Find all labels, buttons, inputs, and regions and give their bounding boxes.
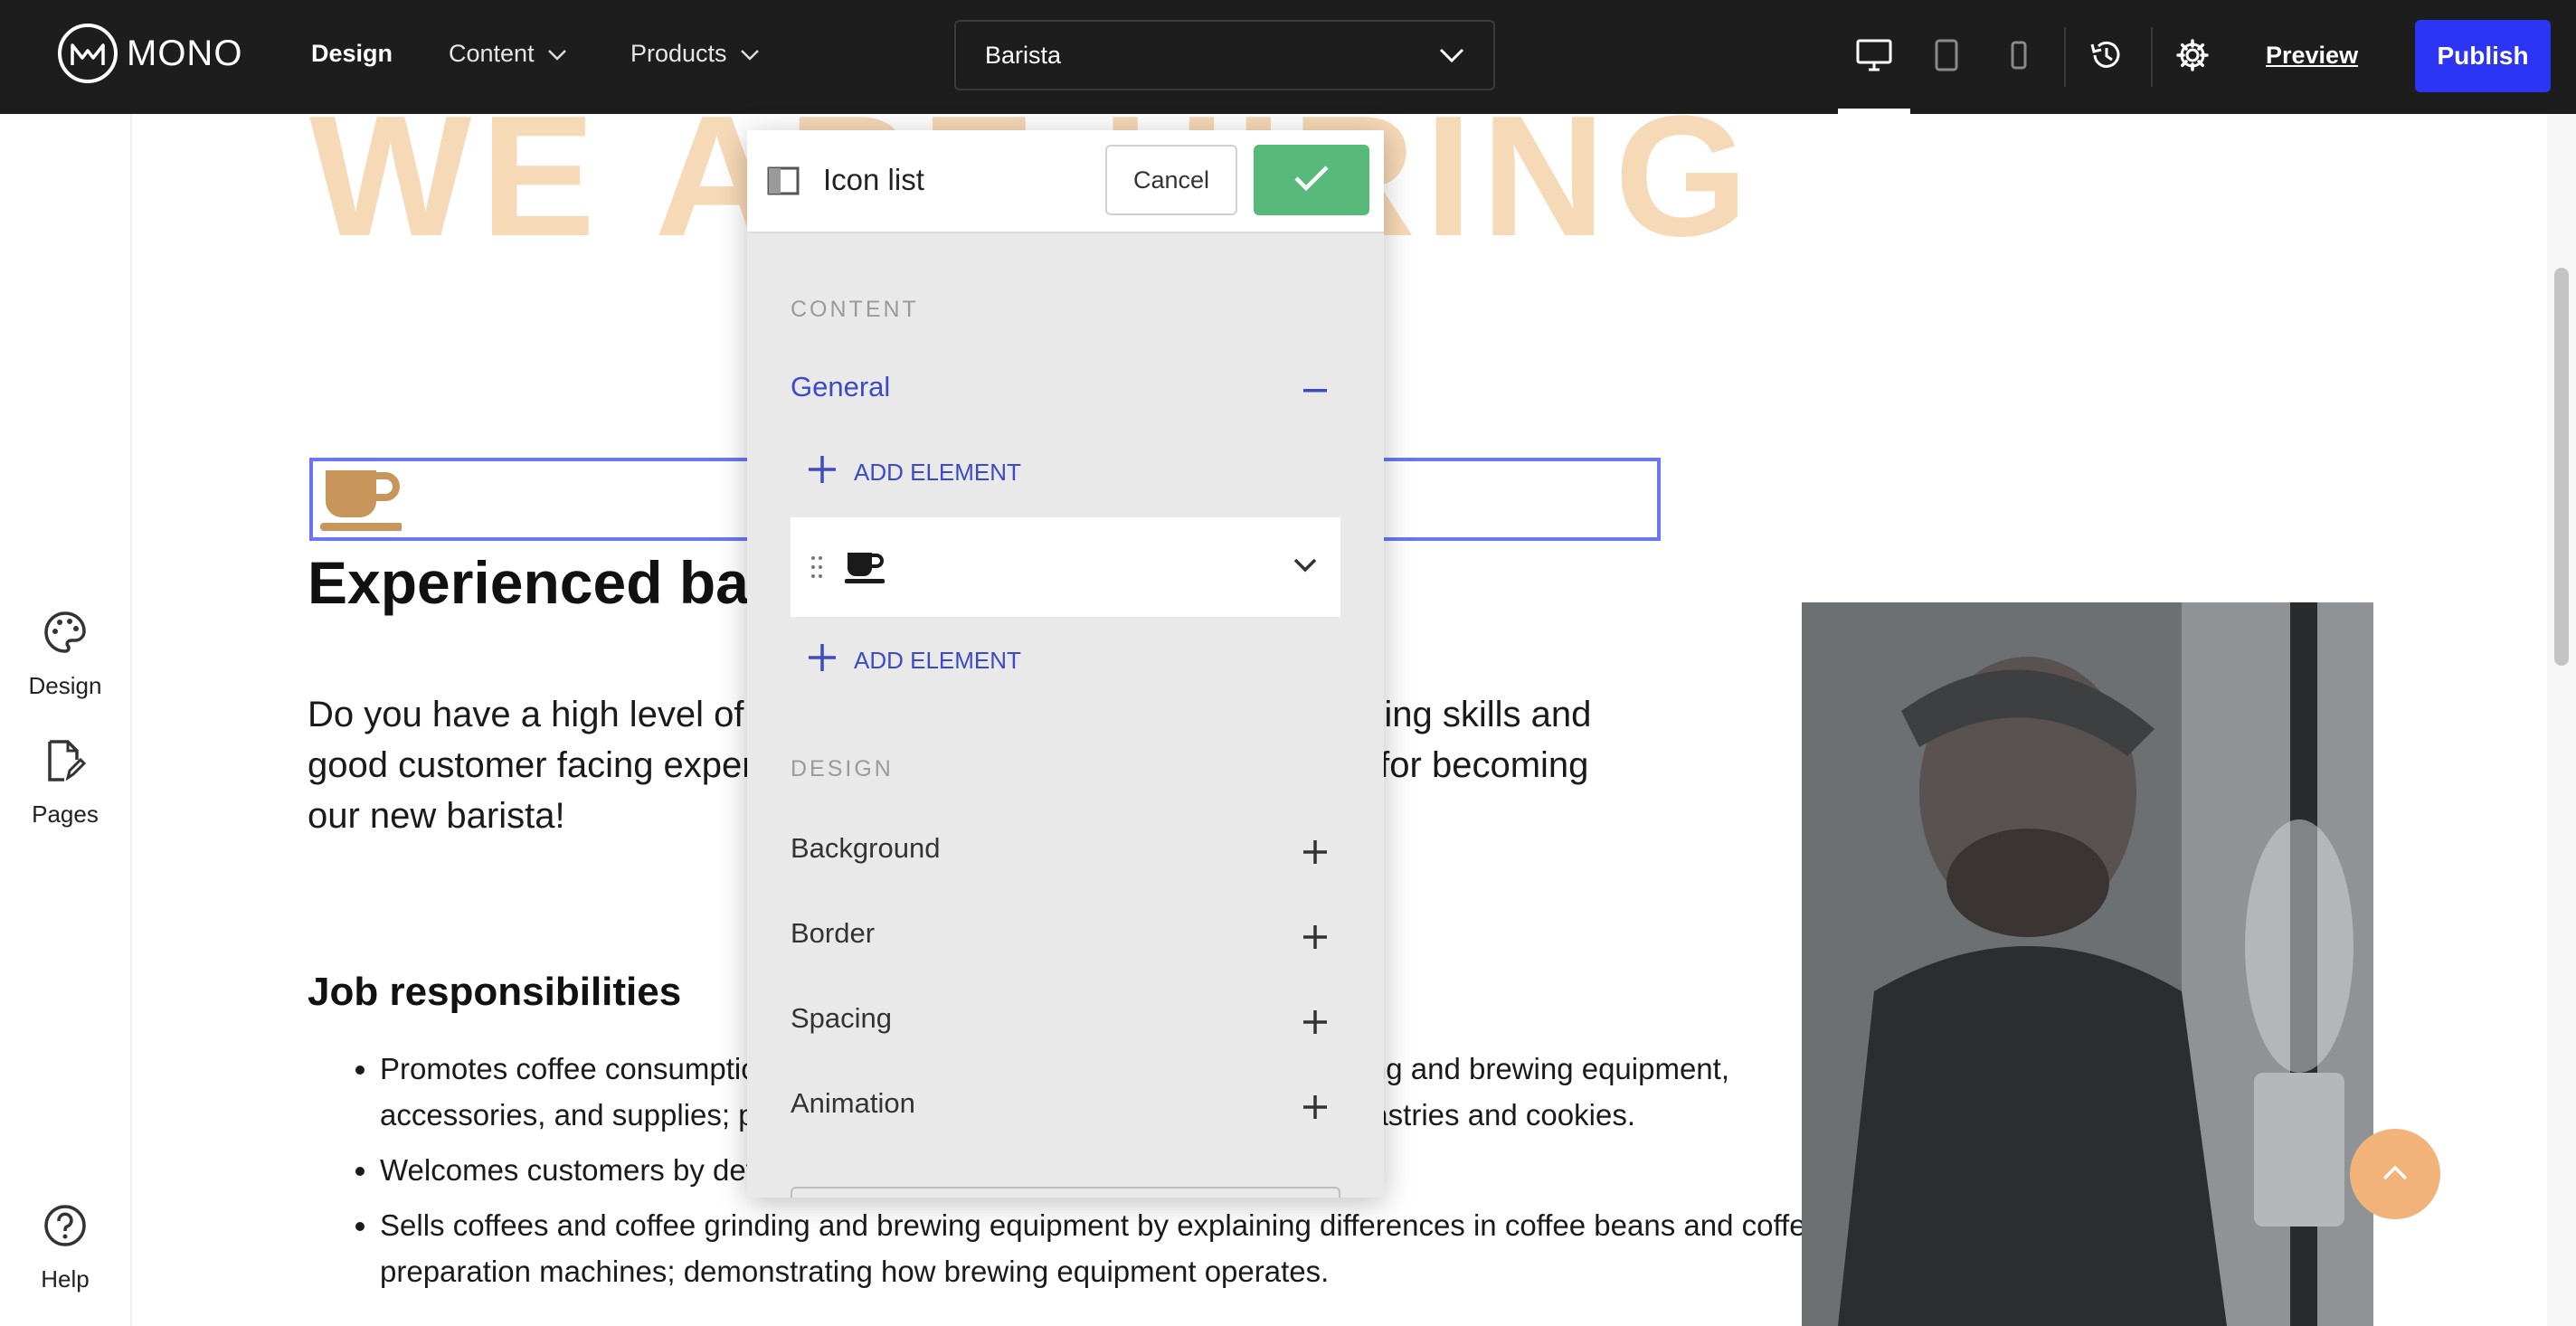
chevron-down-icon[interactable]	[1293, 557, 1317, 578]
page-select-value: Barista	[985, 41, 1062, 69]
accordion-animation-title[interactable]: Animation	[791, 1087, 915, 1120]
desktop-view-button[interactable]	[1838, 25, 1910, 114]
settings-button[interactable]	[2160, 25, 2225, 89]
tablet-view-button[interactable]	[1914, 25, 1979, 89]
add-element-label: ADD ELEMENT	[854, 459, 1021, 486]
design-section-label: DESIGN	[791, 756, 894, 781]
gear-icon	[2175, 38, 2210, 77]
accordion-background-title[interactable]: Background	[791, 832, 940, 865]
sidebar-design-label: Design	[28, 672, 102, 699]
add-element-label: ADD ELEMENT	[854, 647, 1021, 674]
nav-products[interactable]: Products	[630, 40, 760, 68]
plus-icon[interactable]	[1299, 1091, 1331, 1123]
help-icon	[43, 1203, 88, 1255]
sidebar-item-help[interactable]: Help	[0, 1203, 130, 1293]
chevron-down-icon	[1439, 42, 1464, 70]
coffee-cup-icon	[320, 465, 403, 538]
publish-button[interactable]: Publish	[2415, 20, 2551, 92]
scroll-to-top-button[interactable]	[2350, 1129, 2440, 1219]
page-scrollbar-thumb[interactable]	[2554, 268, 2569, 666]
icon-list-settings-panel: Icon list Cancel CONTENT General ADD ELE…	[747, 130, 1384, 1198]
nav-design-label: Design	[311, 40, 393, 67]
pages-icon	[44, 738, 87, 790]
left-sidebar: Design Pages Help	[0, 114, 132, 1326]
accordion-spacing-title[interactable]: Spacing	[791, 1002, 892, 1035]
page-select[interactable]: Barista	[954, 20, 1495, 90]
chevron-up-icon	[2382, 1163, 2409, 1186]
plus-icon[interactable]	[1299, 1006, 1331, 1038]
add-element-button[interactable]: ADD ELEMENT	[807, 642, 1021, 679]
chevron-down-icon	[740, 40, 760, 68]
preview-link[interactable]: Preview	[2266, 42, 2358, 70]
cancel-label: Cancel	[1132, 166, 1210, 194]
icon-list-item[interactable]	[791, 517, 1340, 617]
minus-icon[interactable]	[1299, 374, 1331, 407]
top-bar: MONO Design Content Products Barista Pre…	[0, 0, 2576, 114]
content-section-label: CONTENT	[791, 297, 919, 322]
plus-icon[interactable]	[1299, 836, 1331, 868]
check-icon	[1293, 165, 1330, 196]
logo-text: MONO	[127, 33, 243, 73]
list-item: Sells coffees and coffee grinding and br…	[380, 1202, 1863, 1294]
nav-content[interactable]: Content	[449, 40, 567, 68]
history-icon	[2088, 39, 2123, 76]
sidebar-pages-label: Pages	[32, 800, 99, 828]
toolbar-separator	[2064, 27, 2066, 87]
logo[interactable]: MONO	[58, 24, 242, 83]
cancel-button[interactable]: Cancel	[1105, 145, 1237, 215]
add-element-button[interactable]: ADD ELEMENT	[807, 454, 1021, 491]
nav-products-label: Products	[630, 40, 727, 67]
drag-handle-icon[interactable]	[810, 555, 823, 583]
plus-icon[interactable]	[1299, 921, 1331, 953]
history-button[interactable]	[2073, 25, 2138, 89]
panel-toggle-icon[interactable]	[767, 166, 800, 200]
responsibilities-heading[interactable]: Job responsibilities	[308, 970, 681, 1015]
nav-design[interactable]: Design	[311, 40, 393, 68]
plus-icon	[807, 454, 838, 491]
mobile-view-button[interactable]	[1986, 25, 2051, 89]
sidebar-help-label: Help	[41, 1265, 90, 1293]
accordion-general-title[interactable]: General	[791, 371, 890, 403]
accordion-border-title[interactable]: Border	[791, 917, 875, 950]
confirm-button[interactable]	[1254, 145, 1369, 215]
tablet-icon	[1934, 39, 1959, 76]
desktop-icon	[1856, 39, 1892, 76]
chevron-down-icon	[547, 40, 567, 68]
palette-icon	[43, 610, 88, 661]
barista-photo[interactable]	[1802, 602, 2373, 1326]
sidebar-item-pages[interactable]: Pages	[0, 738, 130, 829]
panel-next-control[interactable]	[791, 1187, 1340, 1198]
panel-title: Icon list	[823, 163, 924, 196]
mono-logo-icon	[58, 24, 118, 83]
toolbar-separator	[2151, 27, 2153, 87]
mobile-icon	[2010, 41, 2028, 74]
panel-header: Icon list Cancel	[747, 130, 1384, 233]
sidebar-item-design[interactable]: Design	[0, 610, 130, 700]
plus-icon	[807, 642, 838, 679]
coffee-cup-icon	[845, 550, 885, 589]
nav-content-label: Content	[449, 40, 535, 67]
publish-label: Publish	[2437, 42, 2529, 70]
